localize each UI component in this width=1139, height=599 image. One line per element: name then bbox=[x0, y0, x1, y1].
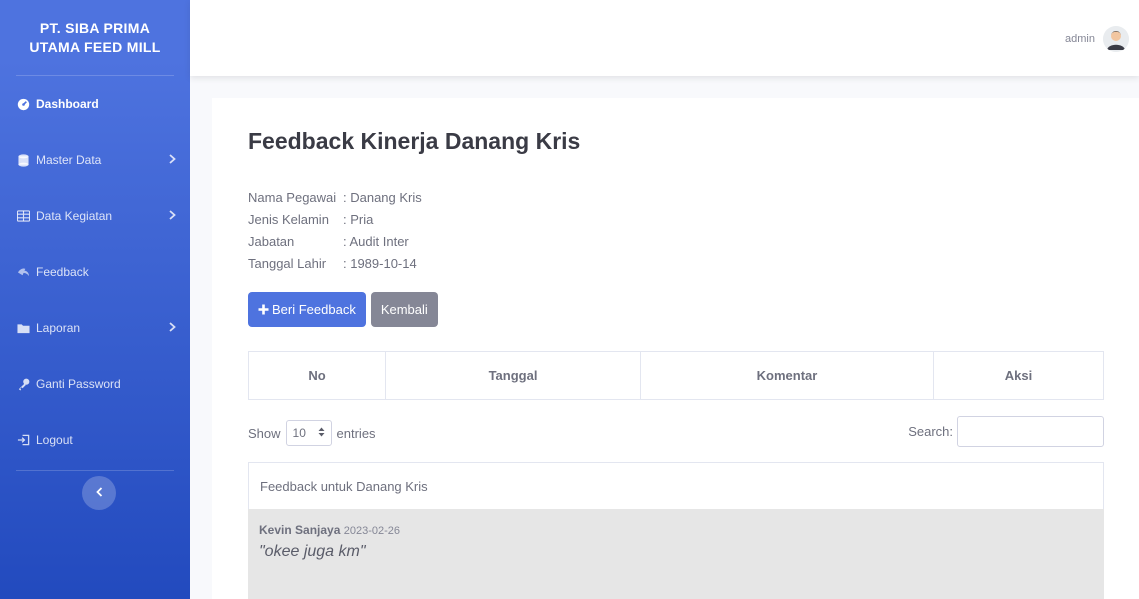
feedback-meta: Kevin Sanjaya 2023-02-26 bbox=[259, 523, 1093, 537]
feedback-card-header: Feedback untuk Danang Kris bbox=[248, 462, 1104, 510]
sidebar-item-label: Ganti Password bbox=[36, 377, 121, 391]
feedback-date: 2023-02-26 bbox=[343, 525, 400, 537]
entries-length-control: Show 10 entries bbox=[248, 420, 376, 446]
entries-select[interactable]: 10 bbox=[285, 420, 332, 446]
info-label: Jenis Kelamin bbox=[248, 212, 329, 227]
search-input[interactable] bbox=[957, 416, 1104, 447]
brand-line-1: PT. SIBA PRIMA bbox=[39, 19, 151, 36]
sidebar-item-ganti-password[interactable]: Ganti Password bbox=[0, 356, 190, 412]
show-label: Show bbox=[248, 425, 281, 441]
beri-feedback-button[interactable]: Beri Feedback bbox=[248, 292, 366, 327]
sidebar-item-label: Dashboard bbox=[36, 97, 99, 111]
info-value: : 1989-10-14 bbox=[343, 256, 417, 271]
column-header-tanggal[interactable]: Tanggal bbox=[386, 352, 641, 399]
employee-info: Nama Pegawai : Danang Kris Jenis Kelamin… bbox=[248, 187, 422, 275]
chevron-right-icon bbox=[169, 209, 176, 223]
sidebar-item-label: Feedback bbox=[36, 265, 89, 279]
table-header: No Tanggal Komentar Aksi bbox=[248, 351, 1104, 400]
brand-logo[interactable]: PT. SIBA PRIMA UTAMA FEED MILL bbox=[0, 0, 190, 75]
info-row-nama: Nama Pegawai : Danang Kris bbox=[248, 187, 422, 209]
column-header-komentar[interactable]: Komentar bbox=[641, 352, 934, 399]
info-label: Nama Pegawai bbox=[248, 190, 337, 205]
info-value: : Danang Kris bbox=[343, 190, 422, 205]
topbar: admin bbox=[190, 0, 1139, 76]
plus-icon bbox=[258, 304, 269, 315]
sidebar-toggle-button[interactable] bbox=[82, 476, 116, 510]
table-search: Search: bbox=[908, 416, 1104, 447]
page-title: Feedback Kinerja Danang Kris bbox=[248, 128, 581, 154]
sidebar-item-label: Master Data bbox=[36, 153, 102, 167]
column-header-aksi[interactable]: Aksi bbox=[934, 352, 1103, 399]
kembali-button[interactable]: Kembali bbox=[370, 292, 438, 327]
folder-icon bbox=[16, 321, 30, 335]
brand-line-2: UTAMA FEED MILL bbox=[29, 38, 161, 55]
avatar bbox=[1103, 26, 1129, 52]
feedback-comment: "okee juga km" bbox=[259, 543, 366, 560]
database-icon bbox=[16, 153, 30, 167]
sidebar-item-dashboard[interactable]: Dashboard bbox=[0, 76, 190, 132]
info-value: : Pria bbox=[343, 212, 374, 227]
info-row-jenis-kelamin: Jenis Kelamin : Pria bbox=[248, 209, 422, 231]
sidebar-item-label: Logout bbox=[36, 433, 73, 447]
info-row-tanggal-lahir: Tanggal Lahir : 1989-10-14 bbox=[248, 253, 422, 275]
chevron-right-icon bbox=[169, 153, 176, 167]
sort-arrows-icon bbox=[318, 426, 325, 440]
key-icon bbox=[16, 377, 30, 391]
table-icon bbox=[16, 209, 30, 223]
user-menu[interactable]: admin bbox=[1065, 26, 1129, 52]
chevron-right-icon bbox=[169, 321, 176, 335]
info-value: : Audit Inter bbox=[343, 234, 409, 249]
info-row-jabatan: Jabatan : Audit Inter bbox=[248, 231, 422, 253]
content-card: Feedback Kinerja Danang Kris Nama Pegawa… bbox=[212, 98, 1139, 599]
dashboard-icon bbox=[16, 97, 30, 111]
beri-feedback-label: Beri Feedback bbox=[272, 302, 356, 317]
feedback-author: Kevin Sanjaya bbox=[259, 523, 341, 537]
column-header-no[interactable]: No bbox=[249, 352, 386, 399]
info-label: Jabatan bbox=[248, 234, 295, 249]
sidebar-item-data-kegiatan[interactable]: Data Kegiatan bbox=[0, 188, 190, 244]
entries-label: entries bbox=[336, 425, 376, 441]
sidebar-item-label: Laporan bbox=[36, 321, 81, 335]
logout-icon bbox=[16, 433, 30, 447]
entries-value: 10 bbox=[292, 426, 306, 440]
sidebar-divider bbox=[16, 470, 174, 471]
feedback-card-body: Kevin Sanjaya 2023-02-26 "okee juga km" bbox=[248, 509, 1104, 599]
chevron-left-icon bbox=[95, 484, 103, 502]
sidebar: PT. SIBA PRIMA UTAMA FEED MILL Dashboard… bbox=[0, 0, 190, 599]
user-name: admin bbox=[1065, 33, 1095, 45]
sidebar-item-master-data[interactable]: Master Data bbox=[0, 132, 190, 188]
sidebar-item-feedback[interactable]: Feedback bbox=[0, 244, 190, 300]
sidebar-item-label: Data Kegiatan bbox=[36, 209, 113, 223]
feedback-icon bbox=[16, 265, 30, 279]
info-label: Tanggal Lahir bbox=[248, 256, 327, 271]
sidebar-item-laporan[interactable]: Laporan bbox=[0, 300, 190, 356]
sidebar-item-logout[interactable]: Logout bbox=[0, 412, 190, 468]
search-label: Search: bbox=[908, 424, 953, 439]
action-buttons: Beri Feedback Kembali bbox=[248, 292, 438, 327]
